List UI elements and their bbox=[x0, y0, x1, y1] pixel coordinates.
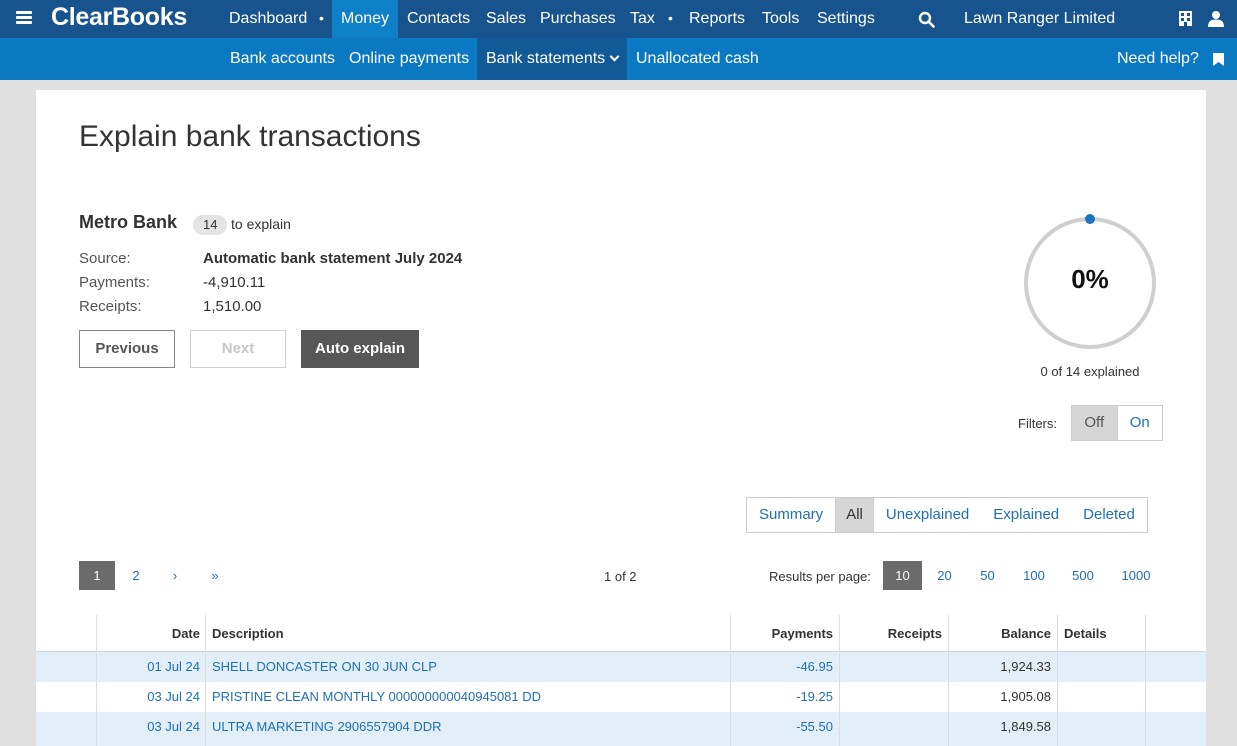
row-date[interactable]: 03 Jul 24 bbox=[98, 682, 200, 712]
nav-purchases[interactable]: Purchases bbox=[540, 0, 616, 38]
sub-navbar: Bank accounts Online payments Bank state… bbox=[0, 38, 1237, 80]
row-description[interactable]: SHELL DONCASTER ON 30 JUN CLP bbox=[212, 652, 712, 682]
tab-summary[interactable]: Summary bbox=[747, 498, 835, 532]
rpp-20[interactable]: 20 bbox=[931, 561, 958, 590]
row-description[interactable]: ULTRA MARKETING 2906557904 DDR bbox=[212, 712, 712, 746]
nav-reports[interactable]: Reports bbox=[689, 0, 745, 38]
tab-deleted[interactable]: Deleted bbox=[1071, 498, 1147, 532]
main-card: Explain bank transactions Metro Bank 14 … bbox=[36, 90, 1206, 746]
header-balance[interactable]: Balance bbox=[949, 615, 1051, 651]
tab-unexplained[interactable]: Unexplained bbox=[874, 498, 981, 532]
column-divider bbox=[1145, 615, 1146, 746]
column-divider bbox=[839, 615, 840, 746]
nav-tax[interactable]: Tax bbox=[630, 0, 655, 38]
filters-toggle: Off On bbox=[1071, 405, 1163, 441]
page-2-button[interactable]: 2 bbox=[124, 561, 148, 590]
header-details: Details bbox=[1064, 626, 1107, 641]
row-description[interactable]: PRISTINE CLEAN MONTHLY 00000000004094508… bbox=[212, 682, 712, 712]
subnav-online-payments[interactable]: Online payments bbox=[349, 38, 469, 80]
progress-caption: 0 of 14 explained bbox=[1040, 364, 1140, 379]
header-receipts[interactable]: Receipts bbox=[840, 615, 942, 651]
header-payments[interactable]: Payments bbox=[732, 615, 833, 651]
progress-percent: 0% bbox=[1071, 264, 1109, 294]
receipts-value: 1,510.00 bbox=[203, 298, 262, 315]
column-divider bbox=[1057, 615, 1058, 746]
table-row[interactable]: 03 Jul 24 PRISTINE CLEAN MONTHLY 0000000… bbox=[36, 682, 1206, 712]
column-divider bbox=[96, 615, 97, 746]
column-divider bbox=[205, 615, 206, 746]
nav-separator-dot: • bbox=[319, 10, 324, 26]
view-filter-tabs: Summary All Unexplained Explained Delete… bbox=[746, 497, 1148, 533]
tab-all[interactable]: All bbox=[835, 498, 874, 532]
row-balance: 1,849.58 bbox=[1000, 719, 1051, 734]
row-date[interactable]: 03 Jul 24 bbox=[98, 712, 200, 746]
column-divider bbox=[730, 615, 731, 746]
auto-explain-button[interactable]: Auto explain bbox=[301, 330, 419, 368]
filters-label: Filters: bbox=[1018, 416, 1057, 431]
subnav-bank-accounts[interactable]: Bank accounts bbox=[230, 38, 335, 80]
last-page-button[interactable]: » bbox=[203, 561, 227, 590]
chevron-down-icon bbox=[609, 51, 620, 62]
nav-dashboard[interactable]: Dashboard bbox=[229, 0, 307, 38]
source-label: Source: bbox=[79, 250, 131, 267]
nav-sales[interactable]: Sales bbox=[486, 0, 526, 38]
header-description[interactable]: Description bbox=[212, 615, 712, 651]
rpp-100[interactable]: 100 bbox=[1018, 561, 1050, 590]
row-receipt[interactable] bbox=[840, 682, 942, 712]
previous-button[interactable]: Previous bbox=[79, 330, 175, 368]
building-icon[interactable] bbox=[1179, 11, 1192, 26]
nav-settings[interactable]: Settings bbox=[817, 0, 875, 38]
nav-contacts[interactable]: Contacts bbox=[407, 0, 470, 38]
rpp-1000[interactable]: 1000 bbox=[1117, 561, 1155, 590]
row-balance: 1,924.33 bbox=[1000, 659, 1051, 674]
logo[interactable]: ClearBooks bbox=[51, 3, 187, 32]
receipts-label: Receipts: bbox=[79, 298, 142, 315]
rpp-50[interactable]: 50 bbox=[974, 561, 1001, 590]
nav-money[interactable]: Money bbox=[332, 0, 399, 38]
column-divider bbox=[948, 615, 949, 746]
row-receipt[interactable] bbox=[840, 652, 942, 682]
subnav-bank-statements[interactable]: Bank statements bbox=[477, 38, 628, 80]
bank-name: Metro Bank bbox=[79, 212, 178, 232]
row-payment[interactable]: -55.50 bbox=[732, 712, 833, 746]
progress-indicator bbox=[1085, 214, 1095, 224]
row-date[interactable]: 01 Jul 24 bbox=[98, 652, 200, 682]
page-info: 1 of 2 bbox=[604, 569, 637, 584]
top-navbar: ClearBooks Dashboard • Money Contacts Sa… bbox=[0, 0, 1237, 38]
table-row[interactable]: 01 Jul 24 SHELL DONCASTER ON 30 JUN CLP … bbox=[36, 652, 1206, 682]
table-row[interactable]: 03 Jul 24 ULTRA MARKETING 2906557904 DDR… bbox=[36, 712, 1206, 746]
page-title: Explain bank transactions bbox=[79, 120, 421, 153]
nav-tools[interactable]: Tools bbox=[762, 0, 799, 38]
row-balance: 1,905.08 bbox=[1000, 689, 1051, 704]
next-button[interactable]: Next bbox=[190, 330, 286, 368]
rpp-500[interactable]: 500 bbox=[1067, 561, 1099, 590]
table-header: Date Description Payments Receipts Balan… bbox=[36, 615, 1206, 652]
user-icon[interactable] bbox=[1208, 10, 1224, 27]
source-value: Automatic bank statement July 2024 bbox=[203, 250, 463, 267]
menu-icon[interactable] bbox=[16, 11, 32, 25]
rpp-10[interactable]: 10 bbox=[883, 561, 922, 590]
row-payment[interactable]: -19.25 bbox=[732, 682, 833, 712]
filters-off-option[interactable]: Off bbox=[1072, 406, 1117, 440]
row-payment[interactable]: -46.95 bbox=[732, 652, 833, 682]
subnav-bank-statements-label: Bank statements bbox=[486, 50, 606, 67]
count-badge: 14 bbox=[193, 215, 228, 235]
nav-separator-dot: • bbox=[668, 10, 673, 26]
need-help-link[interactable]: Need help? bbox=[1117, 38, 1199, 80]
bookmark-icon[interactable] bbox=[1213, 53, 1224, 66]
header-date[interactable]: Date bbox=[98, 615, 200, 651]
tab-explained[interactable]: Explained bbox=[981, 498, 1071, 532]
page-1-button[interactable]: 1 bbox=[79, 561, 115, 590]
results-per-page-label: Results per page: bbox=[769, 569, 871, 584]
next-page-button[interactable]: › bbox=[163, 561, 187, 590]
payments-value: -4,910.11 bbox=[203, 274, 266, 291]
search-icon[interactable] bbox=[918, 11, 935, 28]
subnav-unallocated-cash[interactable]: Unallocated cash bbox=[636, 38, 759, 80]
company-name[interactable]: Lawn Ranger Limited bbox=[964, 0, 1115, 38]
to-explain-text: to explain bbox=[231, 216, 291, 232]
payments-label: Payments: bbox=[79, 274, 150, 291]
row-receipt[interactable] bbox=[840, 712, 942, 746]
filters-on-option[interactable]: On bbox=[1116, 406, 1163, 440]
